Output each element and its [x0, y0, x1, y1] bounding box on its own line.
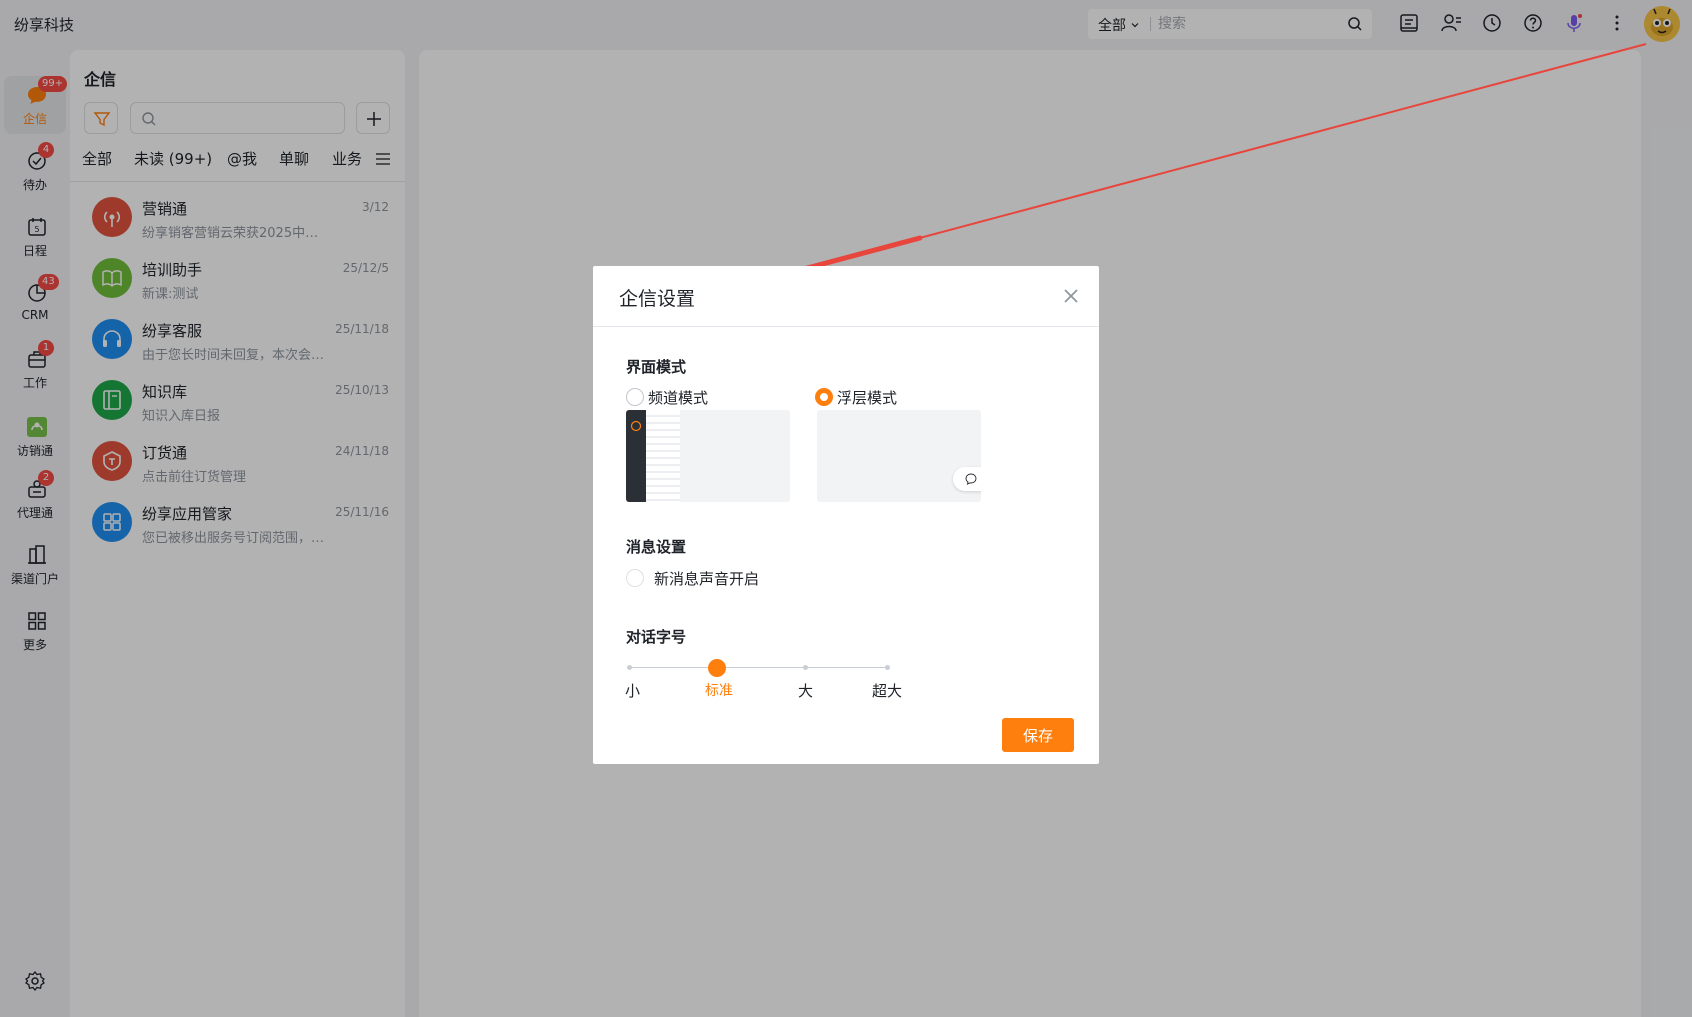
font-size-standard-label: 标准	[705, 683, 733, 699]
slider-stop-large[interactable]	[803, 665, 808, 670]
font-size-large-label: 大	[798, 682, 814, 700]
floating-mode-preview[interactable]	[817, 410, 981, 502]
close-icon[interactable]	[1061, 286, 1081, 306]
font-size-slider-track[interactable]	[629, 667, 889, 668]
font-size-slider-thumb[interactable]	[708, 659, 726, 677]
sound-label: 新消息声音开启	[654, 569, 760, 588]
font-size-small-label: 小	[625, 682, 641, 700]
font-size-title: 对话字号	[626, 628, 687, 646]
qixin-settings-dialog: 企信设置 界面模式 频道模式 浮层模式 消息设置 新消息声音开启 对话字号 小 …	[593, 266, 1099, 764]
chat-bubble-icon	[965, 473, 977, 485]
chat-bubble-icon	[630, 420, 642, 432]
preview-floating-button	[953, 467, 981, 491]
channel-mode-preview[interactable]	[626, 410, 790, 502]
dialog-title: 企信设置	[619, 288, 696, 310]
message-settings-title: 消息设置	[626, 538, 687, 556]
slider-stop-xlarge[interactable]	[885, 665, 890, 670]
sound-toggle-option[interactable]: 新消息声音开启	[626, 568, 759, 588]
floating-mode-label: 浮层模式	[837, 388, 898, 407]
save-button[interactable]: 保存	[1002, 718, 1074, 752]
sound-checkbox[interactable]	[626, 569, 644, 587]
dialog-divider	[593, 326, 1099, 327]
channel-mode-label: 频道模式	[648, 388, 709, 407]
ui-mode-title: 界面模式	[626, 358, 687, 376]
channel-mode-radio[interactable]	[626, 388, 644, 406]
floating-mode-option[interactable]: 浮层模式	[815, 387, 897, 407]
font-size-xlarge-label: 超大	[872, 682, 903, 700]
preview-list	[646, 410, 680, 502]
floating-mode-radio[interactable]	[815, 388, 833, 406]
slider-stop-small[interactable]	[627, 665, 632, 670]
channel-mode-option[interactable]: 频道模式	[626, 387, 708, 407]
